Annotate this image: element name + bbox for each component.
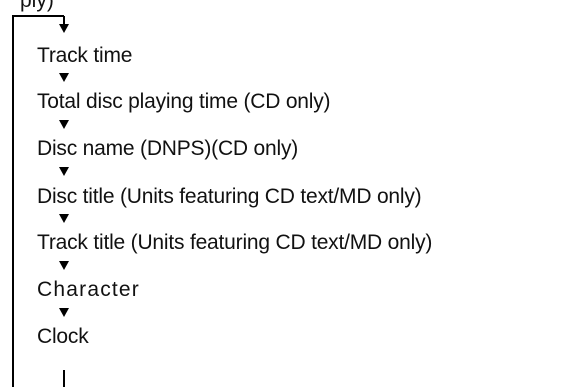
item-character: Character [37,278,141,301]
down-arrow-icon [59,214,69,223]
down-arrow-icon [59,261,69,270]
item-track-title: Track title (Units featuring CD text/MD … [37,231,433,254]
item-disc-title: Disc title (Units featuring CD text/MD o… [37,185,422,208]
down-arrow-icon [59,167,69,176]
down-arrow-icon [59,308,69,317]
top-cropped-label: ply) [20,0,54,12]
down-arrow-icon [59,73,69,82]
item-total-disc-playing-time: Total disc playing time (CD only) [37,90,331,113]
item-clock: Clock [37,325,89,348]
item-disc-name: Disc name (DNPS)(CD only) [37,137,299,160]
item-track-time: Track time [37,44,133,67]
entry-arrow-icon [59,24,69,33]
down-arrow-icon [59,120,69,129]
